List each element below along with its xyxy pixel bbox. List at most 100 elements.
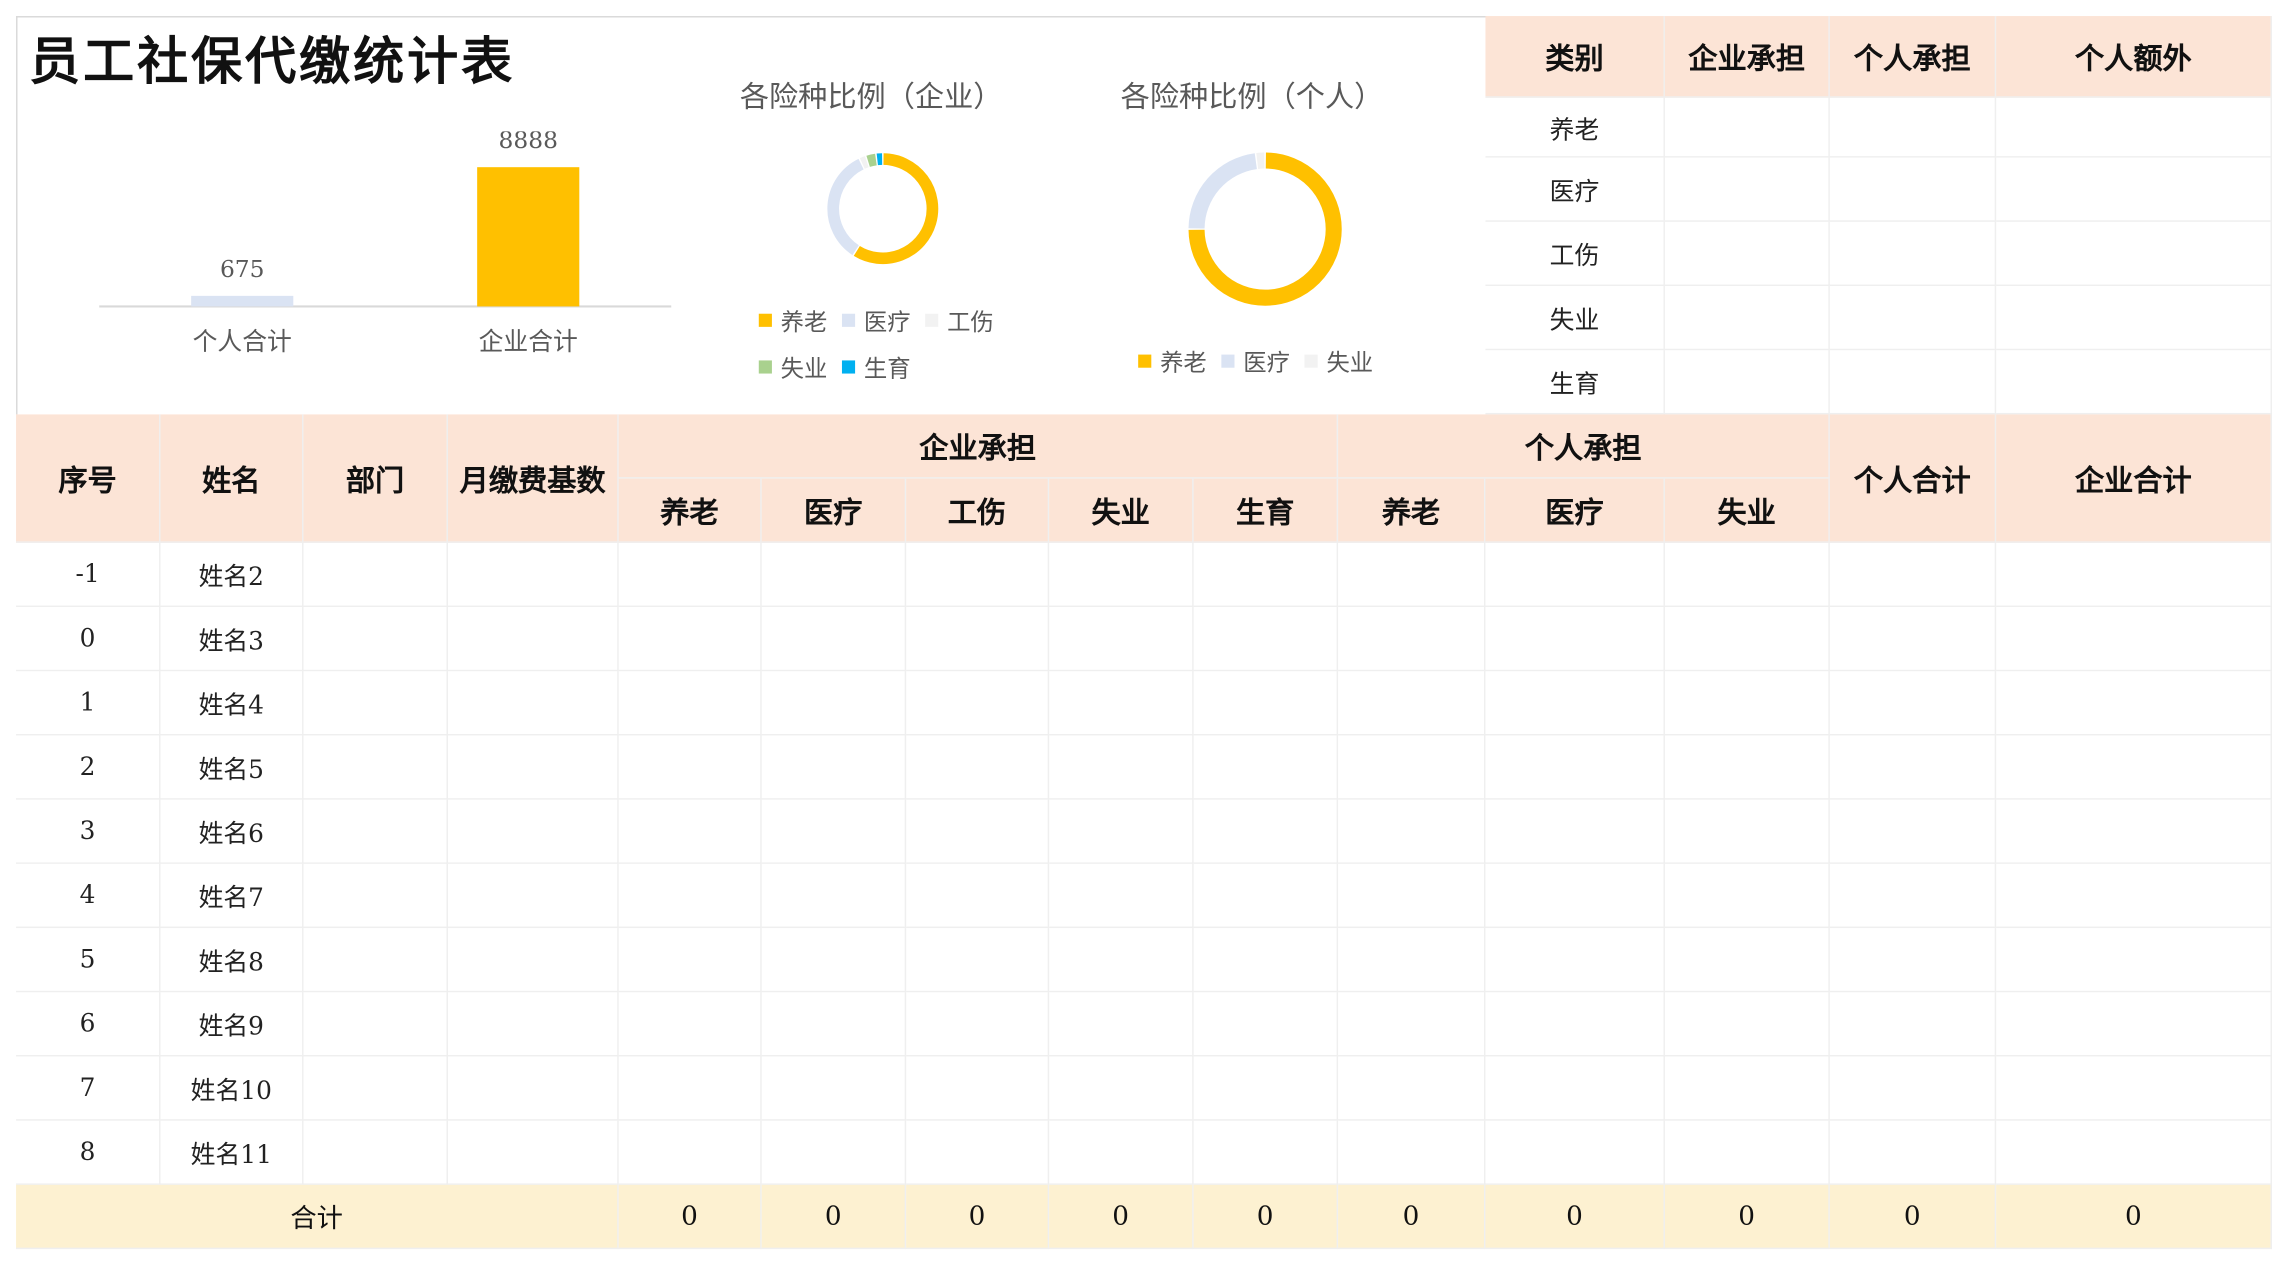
- table-cell[interactable]: [1485, 863, 1665, 929]
- table-cell[interactable]: [1338, 1120, 1486, 1185]
- table-cell[interactable]: [447, 1120, 619, 1185]
- rate-cell-personal[interactable]: [1829, 97, 1997, 158]
- table-cell[interactable]: [1829, 863, 1997, 929]
- rate-cell-company[interactable]: [1664, 97, 1830, 158]
- table-cell[interactable]: [303, 735, 448, 800]
- table-cell[interactable]: [1996, 671, 2272, 736]
- table-cell[interactable]: [618, 1120, 762, 1185]
- table-cell[interactable]: [1049, 1120, 1194, 1185]
- table-cell[interactable]: [1485, 671, 1665, 736]
- table-cell[interactable]: [1996, 607, 2272, 672]
- table-cell[interactable]: [1996, 735, 2272, 800]
- table-cell[interactable]: [447, 671, 619, 736]
- table-cell[interactable]: [618, 863, 762, 929]
- rate-cell-extra[interactable]: [1996, 221, 2272, 287]
- table-cell[interactable]: [618, 542, 762, 608]
- table-cell[interactable]: [761, 928, 907, 993]
- table-cell[interactable]: [1193, 992, 1339, 1057]
- table-cell[interactable]: [447, 542, 619, 608]
- table-cell[interactable]: [1829, 1120, 1997, 1185]
- table-cell[interactable]: [303, 799, 448, 864]
- table-cell[interactable]: [303, 863, 448, 929]
- table-cell[interactable]: [1338, 671, 1486, 736]
- table-cell[interactable]: [906, 863, 1050, 929]
- rate-cell-personal[interactable]: [1829, 286, 1997, 351]
- table-cell[interactable]: [447, 1056, 619, 1121]
- table-cell[interactable]: [447, 607, 619, 672]
- table-cell[interactable]: [1338, 863, 1486, 929]
- table-cell[interactable]: [906, 607, 1050, 672]
- table-cell[interactable]: [1193, 1056, 1339, 1121]
- table-cell[interactable]: [1664, 992, 1830, 1057]
- table-cell[interactable]: [447, 799, 619, 864]
- table-cell[interactable]: [1664, 542, 1830, 608]
- table-cell[interactable]: [1996, 928, 2272, 993]
- table-cell[interactable]: [1829, 1056, 1997, 1121]
- rate-cell-extra[interactable]: [1996, 157, 2272, 222]
- table-cell[interactable]: [761, 1120, 907, 1185]
- table-cell[interactable]: [761, 799, 907, 864]
- table-cell[interactable]: [618, 1056, 762, 1121]
- table-cell[interactable]: [1338, 799, 1486, 864]
- table-cell[interactable]: [906, 928, 1050, 993]
- table-cell[interactable]: [906, 1120, 1050, 1185]
- table-cell[interactable]: [1996, 1056, 2272, 1121]
- table-cell[interactable]: [618, 992, 762, 1057]
- rate-cell-personal[interactable]: [1829, 350, 1997, 415]
- table-cell[interactable]: [303, 928, 448, 993]
- rate-cell-personal[interactable]: [1829, 157, 1997, 222]
- table-cell[interactable]: [1664, 863, 1830, 929]
- table-cell[interactable]: [906, 735, 1050, 800]
- table-cell[interactable]: [1485, 992, 1665, 1057]
- table-cell[interactable]: [1485, 607, 1665, 672]
- table-cell[interactable]: [618, 607, 762, 672]
- table-cell[interactable]: [1193, 735, 1339, 800]
- table-cell[interactable]: [1996, 863, 2272, 929]
- table-cell[interactable]: [303, 992, 448, 1057]
- table-cell[interactable]: [1338, 542, 1486, 608]
- table-cell[interactable]: [618, 671, 762, 736]
- rate-cell-company[interactable]: [1664, 286, 1830, 351]
- table-cell[interactable]: [1664, 607, 1830, 672]
- table-cell[interactable]: [1049, 671, 1194, 736]
- table-cell[interactable]: [761, 542, 907, 608]
- table-cell[interactable]: [1829, 928, 1997, 993]
- table-cell[interactable]: [303, 671, 448, 736]
- table-cell[interactable]: [303, 1120, 448, 1185]
- rate-cell-extra[interactable]: [1996, 350, 2272, 415]
- table-cell[interactable]: [1996, 799, 2272, 864]
- table-cell[interactable]: [906, 542, 1050, 608]
- table-cell[interactable]: [1338, 607, 1486, 672]
- table-cell[interactable]: [1829, 542, 1997, 608]
- table-cell[interactable]: [1996, 1120, 2272, 1185]
- table-cell[interactable]: [447, 992, 619, 1057]
- rate-cell-extra[interactable]: [1996, 97, 2272, 158]
- table-cell[interactable]: [303, 1056, 448, 1121]
- table-cell[interactable]: [1485, 928, 1665, 993]
- table-cell[interactable]: [761, 607, 907, 672]
- table-cell[interactable]: [1485, 1120, 1665, 1185]
- table-cell[interactable]: [1193, 1120, 1339, 1185]
- table-cell[interactable]: [1193, 799, 1339, 864]
- table-cell[interactable]: [1996, 992, 2272, 1057]
- table-cell[interactable]: [1338, 928, 1486, 993]
- table-cell[interactable]: [447, 735, 619, 800]
- table-cell[interactable]: [1664, 671, 1830, 736]
- table-cell[interactable]: [1485, 1056, 1665, 1121]
- table-cell[interactable]: [1664, 799, 1830, 864]
- table-cell[interactable]: [1193, 671, 1339, 736]
- table-cell[interactable]: [1338, 992, 1486, 1057]
- table-cell[interactable]: [1193, 542, 1339, 608]
- table-cell[interactable]: [1049, 992, 1194, 1057]
- table-cell[interactable]: [1338, 735, 1486, 800]
- table-cell[interactable]: [303, 542, 448, 608]
- table-cell[interactable]: [761, 1056, 907, 1121]
- rate-cell-personal[interactable]: [1829, 221, 1997, 287]
- table-cell[interactable]: [303, 607, 448, 672]
- table-cell[interactable]: [1338, 1056, 1486, 1121]
- table-cell[interactable]: [447, 863, 619, 929]
- rate-cell-company[interactable]: [1664, 221, 1830, 287]
- table-cell[interactable]: [1829, 992, 1997, 1057]
- table-cell[interactable]: [1049, 928, 1194, 993]
- table-cell[interactable]: [761, 735, 907, 800]
